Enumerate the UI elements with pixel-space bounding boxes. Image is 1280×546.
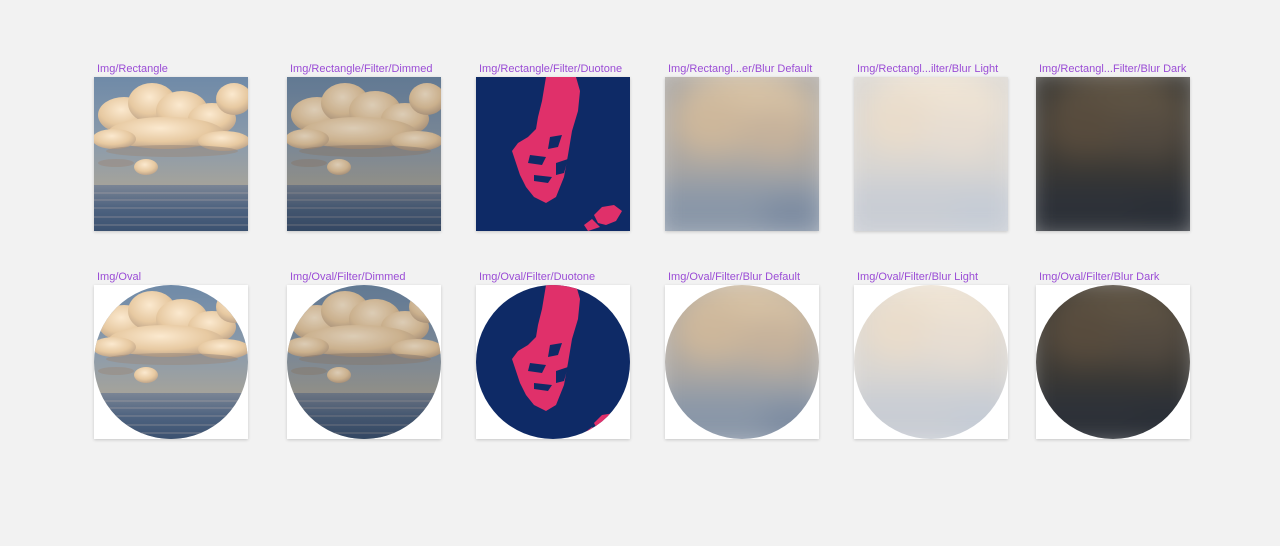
sky-sea-image-blur-default — [665, 77, 819, 231]
frame-label[interactable]: Img/Oval/Filter/Blur Dark — [1039, 270, 1159, 284]
image-thumbnail[interactable] — [1036, 77, 1190, 231]
frame-label[interactable]: Img/Rectangl...er/Blur Default — [668, 62, 812, 76]
frame-label[interactable]: Img/Oval — [97, 270, 141, 284]
sky-sea-image-dimmed — [287, 77, 441, 231]
frame-label[interactable]: Img/Oval/Filter/Blur Default — [668, 270, 800, 284]
portrait-duotone-image — [476, 77, 630, 231]
image-thumbnail[interactable] — [665, 285, 819, 439]
frame-label[interactable]: Img/Rectangl...Filter/Blur Dark — [1039, 62, 1186, 76]
sky-sea-image — [94, 77, 248, 231]
sky-sea-image — [94, 285, 248, 439]
sky-sea-image-blur-dark — [1036, 285, 1190, 439]
frame-label[interactable]: Img/Rectangle/Filter/Duotone — [479, 62, 622, 76]
image-thumbnail[interactable] — [476, 285, 630, 439]
sky-sea-image-blur-default — [665, 285, 819, 439]
image-thumbnail[interactable] — [287, 77, 441, 231]
design-canvas: Img/Rectangle Img/Rectangle/Filter/Dimme… — [0, 0, 1280, 546]
image-thumbnail[interactable] — [1036, 285, 1190, 439]
sky-sea-image-blur-light — [854, 77, 1008, 231]
image-thumbnail[interactable] — [94, 285, 248, 439]
image-thumbnail[interactable] — [665, 77, 819, 231]
frame-label[interactable]: Img/Oval/Filter/Blur Light — [857, 270, 978, 284]
frame-label[interactable]: Img/Oval/Filter/Dimmed — [290, 270, 406, 284]
sky-sea-image-blur-dark — [1036, 77, 1190, 231]
portrait-duotone-image — [476, 285, 630, 439]
image-thumbnail[interactable] — [854, 285, 1008, 439]
image-thumbnail[interactable] — [476, 77, 630, 231]
frame-label[interactable]: Img/Oval/Filter/Duotone — [479, 270, 595, 284]
frame-label[interactable]: Img/Rectangle — [97, 62, 168, 76]
sky-sea-image-blur-light — [854, 285, 1008, 439]
frame-label[interactable]: Img/Rectangle/Filter/Dimmed — [290, 62, 432, 76]
sky-sea-image-dimmed — [287, 285, 441, 439]
image-thumbnail[interactable] — [854, 77, 1008, 231]
image-thumbnail[interactable] — [94, 77, 248, 231]
image-thumbnail[interactable] — [287, 285, 441, 439]
frame-label[interactable]: Img/Rectangl...ilter/Blur Light — [857, 62, 998, 76]
